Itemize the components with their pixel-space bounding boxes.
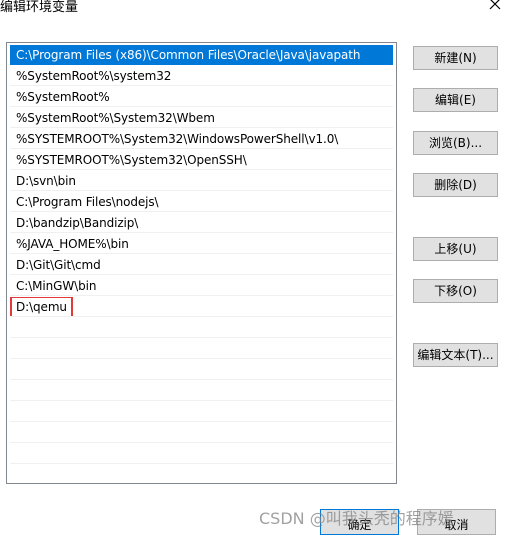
close-button[interactable] [484,0,506,16]
empty-list-row [10,444,393,464]
edit-button[interactable]: 编辑(E) [413,88,498,112]
dialog-title: 编辑环境变量 [0,0,79,15]
red-highlight-box [10,297,73,316]
empty-list-row [10,381,393,401]
path-list-item[interactable]: %SYSTEMROOT%\System32\WindowsPowerShell\… [10,129,393,149]
empty-list-row [10,360,393,380]
path-list-item[interactable]: D:\svn\bin [10,171,393,191]
title-bar: 编辑环境变量 [0,0,506,22]
empty-list-row [10,402,393,422]
path-list-item[interactable]: D:\Git\Git\cmd [10,255,393,275]
path-list-item[interactable]: %JAVA_HOME%\bin [10,234,393,254]
move-down-button[interactable]: 下移(O) [413,279,498,303]
empty-list-row [10,339,393,359]
new-button[interactable]: 新建(N) [413,46,498,70]
path-list-item[interactable]: %SystemRoot% [10,87,393,107]
path-list-item[interactable]: C:\Program Files (x86)\Common Files\Orac… [10,45,393,65]
path-list-item[interactable]: C:\Program Files\nodejs\ [10,192,393,212]
close-icon [489,0,501,10]
move-up-button[interactable]: 上移(U) [413,237,498,261]
cancel-button[interactable]: 取消 [417,509,496,535]
path-list-item[interactable]: %SystemRoot%\system32 [10,66,393,86]
browse-button[interactable]: 浏览(B)... [413,131,498,155]
delete-button[interactable]: 删除(D) [413,173,498,197]
path-list[interactable]: C:\Program Files (x86)\Common Files\Orac… [6,42,397,484]
empty-list-row [10,318,393,338]
path-list-item[interactable]: %SYSTEMROOT%\System32\OpenSSH\ [10,150,393,170]
edit-text-button[interactable]: 编辑文本(T)... [413,343,498,367]
path-list-item[interactable]: D:\qemu [10,297,393,317]
path-list-item[interactable]: D:\bandzip\Bandizip\ [10,213,393,233]
ok-button[interactable]: 确定 [320,509,399,535]
edit-env-variable-dialog: 编辑环境变量 C:\Program Files (x86)\Common Fil… [0,0,506,535]
empty-list-row [10,423,393,443]
path-list-item[interactable]: %SystemRoot%\System32\Wbem [10,108,393,128]
path-list-item[interactable]: C:\MinGW\bin [10,276,393,296]
